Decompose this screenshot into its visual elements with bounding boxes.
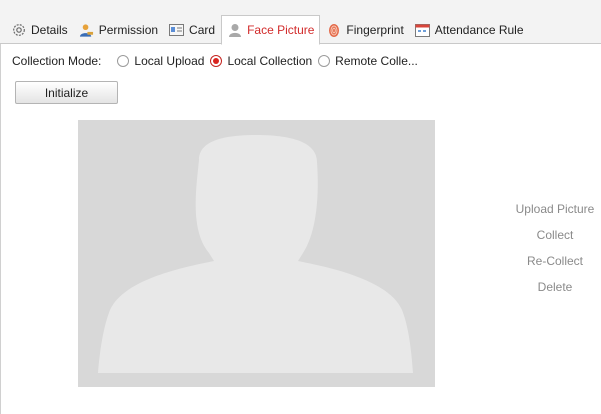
collection-mode-row: Collection Mode: Local Upload Local Coll… [12,53,424,69]
collection-mode-label: Collection Mode: [12,54,102,68]
tab-fingerprint[interactable]: Fingerprint [321,16,408,44]
tab-bar: Details Permission Card Face Picture Fin… [0,0,601,45]
tab-attendance-rule-label: Attendance Rule [434,23,524,37]
fingerprint-icon [326,23,341,38]
tab-attendance-rule[interactable]: Attendance Rule [410,16,529,44]
tab-permission-label: Permission [98,23,159,37]
face-picture-placeholder [78,120,435,387]
panel-border [0,44,1,414]
radio-local-collection-button[interactable] [210,55,223,67]
radio-local-collection-label: Local Collection [227,54,313,68]
person-silhouette-icon [98,135,413,373]
tab-details-label: Details [31,23,68,37]
initialize-button[interactable]: Initialize [15,81,118,104]
tab-list: Details Permission Card Face Picture Fin… [6,8,530,45]
tab-fingerprint-label: Fingerprint [346,23,404,37]
radio-remote-collection-button[interactable] [318,55,331,67]
radio-local-upload-button[interactable] [117,55,130,67]
tab-face-picture[interactable]: Face Picture [221,15,321,45]
delete-button[interactable]: Delete [538,278,573,296]
radio-local-upload-label: Local Upload [134,54,205,68]
face-actions: Upload Picture Collect Re-Collect Delete [508,200,601,304]
tab-card-label: Card [189,23,216,37]
user-key-icon [79,23,94,38]
person-icon [227,23,242,38]
radio-remote-collection-label: Remote Colle... [335,54,418,68]
calendar-icon [414,23,430,38]
recollect-button[interactable]: Re-Collect [527,252,583,270]
radio-local-upload[interactable]: Local Upload [117,54,204,68]
radio-remote-collection[interactable]: Remote Colle... [318,54,418,68]
gear-icon [11,23,26,38]
id-card-icon [169,23,185,38]
tab-card[interactable]: Card [164,16,220,44]
tab-face-picture-label: Face Picture [247,23,315,37]
tab-permission[interactable]: Permission [74,16,163,44]
collect-button[interactable]: Collect [537,226,574,244]
radio-local-collection[interactable]: Local Collection [210,54,312,68]
tab-details[interactable]: Details [6,16,73,44]
upload-picture-button[interactable]: Upload Picture [516,200,595,218]
